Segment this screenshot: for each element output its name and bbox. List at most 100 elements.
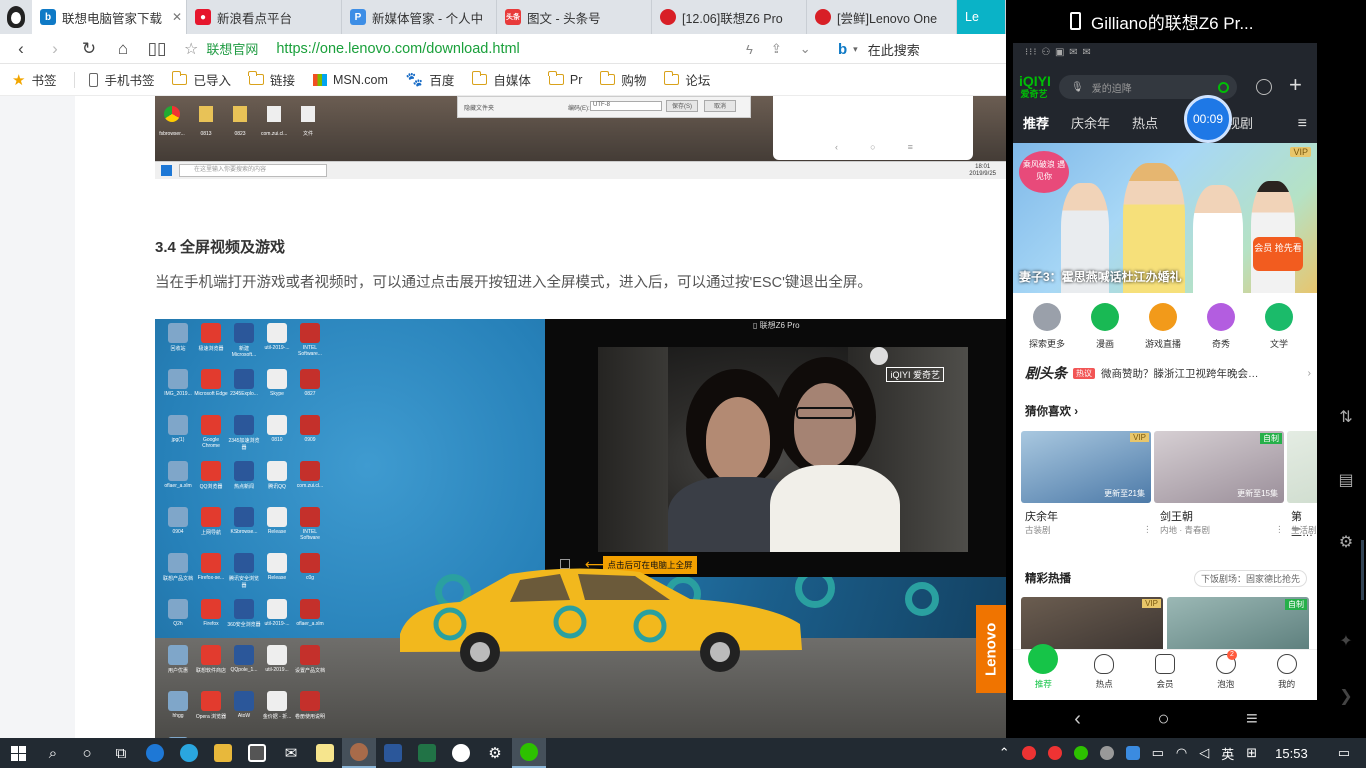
lenovo-app-icon[interactable] — [444, 738, 478, 768]
home-icon[interactable]: ⌂ — [106, 34, 140, 64]
headline-row[interactable]: 剧头条 热议 微商赞助？滕浙江卫视跨年晚会… › — [1025, 363, 1311, 383]
chevron-down-icon[interactable]: ▾ — [853, 44, 858, 55]
browser-tab[interactable]: [尝鲜]Lenovo One — [807, 0, 957, 34]
browser-icon[interactable] — [172, 738, 206, 768]
hot-link[interactable]: 下饭剧场：固家德比抢先 — [1193, 570, 1307, 587]
nav-vip[interactable]: 会员 — [1135, 650, 1196, 700]
wechat-tray-icon[interactable] — [1073, 746, 1088, 760]
bookmark-item[interactable]: MSN.com — [313, 73, 388, 87]
bookmark-item[interactable]: 🐾 百度 — [406, 70, 454, 89]
video-card[interactable]: VIP 更新至21集 — [1021, 431, 1151, 503]
pin-icon[interactable]: ✦ — [1336, 631, 1356, 651]
nav-label: 我的 — [1278, 679, 1296, 689]
volume-icon[interactable]: ◁ — [1199, 745, 1209, 761]
wifi-icon[interactable]: ◠ — [1176, 745, 1187, 761]
qq-icon[interactable] — [1047, 746, 1062, 760]
tab-hot[interactable]: 热点 — [1132, 113, 1158, 132]
qq-icon[interactable] — [1021, 746, 1036, 760]
browser-tab[interactable]: P 新媒体管家 - 个人中 — [342, 0, 497, 34]
tab-qingyunian[interactable]: 庆余年 — [1071, 113, 1110, 132]
rotate-icon[interactable]: ⇅ — [1336, 407, 1356, 427]
search-icon[interactable] — [1218, 81, 1229, 93]
share-icon[interactable]: ⇪ — [771, 41, 782, 57]
settings-icon[interactable]: ⚙ — [1336, 532, 1356, 552]
bookmark-folder[interactable]: 已导入 — [171, 70, 231, 89]
cortana-icon[interactable]: ○ — [70, 738, 104, 768]
mic-icon[interactable]: 🎙 — [1071, 82, 1084, 93]
message-icon[interactable]: ▤ — [1336, 470, 1356, 490]
history-icon[interactable] — [1256, 79, 1272, 95]
channel-comics[interactable]: 漫画 — [1085, 301, 1125, 357]
back-icon[interactable]: ‹ — [4, 34, 38, 64]
url-field[interactable]: https://one.lenovo.com/download.html — [276, 41, 519, 57]
chevron-down-icon[interactable]: ⌄ — [800, 41, 811, 57]
refresh-icon[interactable]: ↻ — [72, 34, 106, 64]
windows-start-icon[interactable] — [0, 738, 36, 768]
lightning-icon[interactable]: ϟ — [746, 42, 753, 57]
desktop-icon-label: util-2019-... — [264, 621, 290, 627]
scrollbar[interactable] — [1361, 540, 1364, 600]
battery-icon[interactable]: ▭ — [1152, 745, 1164, 761]
nav-recommend[interactable]: 推荐 — [1013, 644, 1074, 700]
mail-icon[interactable]: ✉ — [274, 738, 308, 768]
store-icon[interactable] — [240, 738, 274, 768]
bookmark-folder[interactable]: 自媒体 — [471, 70, 531, 89]
bookmark-star-icon[interactable]: ☆ — [184, 39, 198, 59]
channel-game-live[interactable]: 游戏直播 — [1143, 301, 1183, 357]
back-icon[interactable]: ‹ — [1074, 708, 1081, 731]
chevron-right-icon[interactable]: ❯ — [1336, 686, 1356, 706]
wechat-icon[interactable] — [512, 738, 546, 768]
channel-literature[interactable]: 文学 — [1259, 301, 1299, 357]
browser-tab[interactable]: 头条 图文 - 头条号 — [497, 0, 652, 34]
more-icon[interactable]: ⋮ — [1275, 524, 1284, 535]
word-icon[interactable] — [376, 738, 410, 768]
home-circle-icon[interactable]: ○ — [1157, 708, 1169, 731]
guess-title[interactable]: 猜你喜欢 › — [1025, 403, 1078, 419]
tab-recommend[interactable]: 推荐 — [1023, 113, 1049, 132]
video-card[interactable]: 自制 — [1167, 597, 1309, 657]
ime-indicator[interactable]: 英 — [1221, 744, 1234, 763]
excel-icon[interactable] — [410, 738, 444, 768]
browser-tab[interactable]: Le — [957, 0, 1006, 34]
search-icon[interactable]: ⌕ — [36, 738, 70, 768]
reader-icon[interactable]: ▯▯ — [140, 34, 174, 64]
browser-tab[interactable]: b 联想电脑管家下载 ✕ — [32, 0, 187, 34]
settings-icon[interactable]: ⚙ — [478, 738, 512, 768]
task-view-icon[interactable]: ⧉ — [104, 738, 138, 768]
app-tray-icon[interactable] — [1099, 746, 1114, 760]
bookmark-folder[interactable]: 购物 — [599, 70, 646, 89]
promo-banner[interactable]: 乘风破浪 遇见你 VIP 会员 抢先看 妻子3：霍思燕喊话杜江办婚礼 — [1013, 143, 1317, 293]
plus-icon[interactable]: + — [1289, 72, 1302, 98]
nav-hot[interactable]: 热点 — [1074, 650, 1135, 700]
bookmark-folder[interactable]: 链接 — [248, 70, 295, 89]
browser-tab[interactable]: [12.06]联想Z6 Pro — [652, 0, 807, 34]
forward-icon[interactable]: › — [38, 34, 72, 64]
video-card[interactable] — [1287, 431, 1317, 503]
channel-explore[interactable]: 探索更多 — [1027, 301, 1067, 357]
file-explorer-icon[interactable] — [206, 738, 240, 768]
bookmark-folder[interactable]: Pr — [548, 71, 582, 87]
shield-icon[interactable] — [1125, 746, 1140, 760]
bookmark-folder[interactable]: 论坛 — [663, 70, 710, 89]
ime-mode-icon[interactable]: ⊞ — [1246, 745, 1257, 761]
channel-qixiu[interactable]: 奇秀 — [1201, 301, 1241, 357]
recents-icon[interactable]: ≡ — [1246, 708, 1258, 731]
notes-icon[interactable] — [308, 738, 342, 768]
chevron-up-icon[interactable]: ⌃ — [999, 745, 1010, 761]
more-icon[interactable]: ⋮ — [1143, 524, 1152, 535]
bookmark-item[interactable]: ★ 书签 — [12, 70, 56, 89]
clock[interactable]: 15:53 — [1275, 746, 1308, 761]
photo-app-icon[interactable] — [342, 738, 376, 768]
phone-screen[interactable]: ⁝⁝⁝ ⚇ ▣ ✉ ✉ iQIYI 爱奇艺 🎙 爱的迫降 + 推荐 庆余年 热点 … — [1013, 43, 1317, 700]
close-icon[interactable]: ✕ — [168, 10, 182, 24]
search-box[interactable]: b ▾ 在此搜索 — [838, 34, 920, 64]
recording-timer[interactable]: 00:09 — [1184, 95, 1232, 143]
video-card[interactable]: 自制 更新至15集 — [1154, 431, 1284, 503]
bookmark-item[interactable]: 手机书签 — [89, 70, 154, 89]
menu-icon[interactable]: ≡ — [1298, 115, 1307, 133]
nav-bubble[interactable]: 2 泡泡 — [1195, 650, 1256, 700]
nav-me[interactable]: 我的 — [1256, 650, 1317, 700]
browser-tab[interactable]: ● 新浪看点平台 — [187, 0, 342, 34]
edge-icon[interactable] — [138, 738, 172, 768]
notification-icon[interactable]: ▭ — [1338, 745, 1350, 761]
